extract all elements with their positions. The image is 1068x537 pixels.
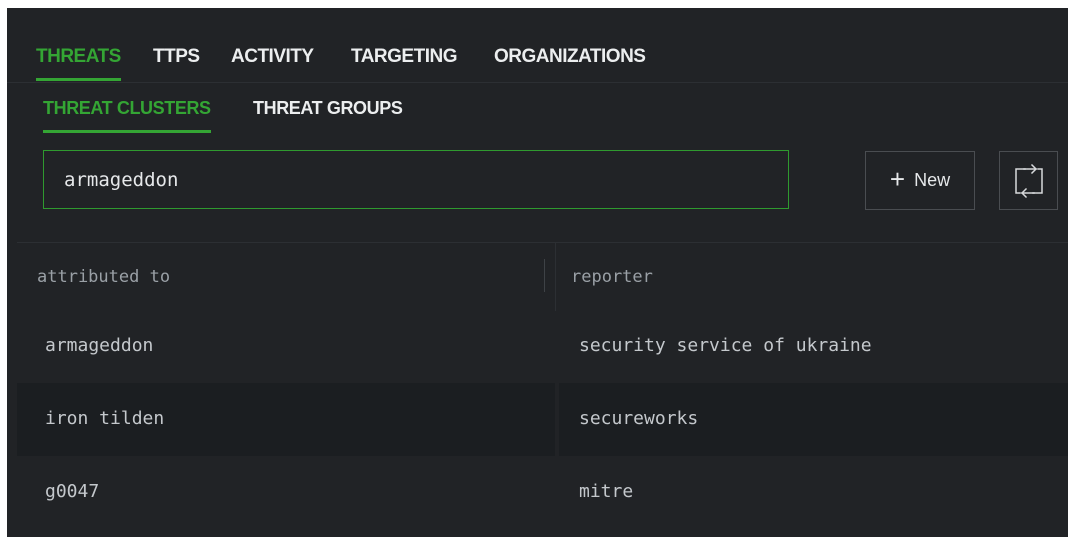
cell-reporter: mitre [579,481,634,502]
plus-icon: + [889,164,906,194]
main-tabs: THREATS TTPS ACTIVITY TARGETING ORGANIZA… [7,8,1068,83]
tab-ttps[interactable]: TTPS [153,46,200,68]
column-resize-handle[interactable] [544,259,545,292]
subtab-threat-groups[interactable]: THREAT GROUPS [253,98,403,119]
swap-icon [1014,163,1043,198]
threat-clusters-table: attributed to reporter armageddon securi… [17,242,1068,537]
column-header-reporter[interactable]: reporter [571,267,653,287]
cell-attributed-to: g0047 [45,481,100,502]
column-divider [555,383,559,456]
table-row[interactable]: g0047 mitre [17,456,1068,529]
table-row[interactable]: armageddon security service of ukraine [17,310,1068,383]
new-button[interactable]: + New [865,151,975,210]
new-button-label: New [914,170,951,190]
app-window: THREATS TTPS ACTIVITY TARGETING ORGANIZA… [7,8,1068,537]
tab-threats[interactable]: THREATS [36,46,121,81]
cell-reporter: security service of ukraine [579,335,872,356]
cell-attributed-to: armageddon [45,335,154,356]
cell-attributed-to: iron tilden [45,408,165,429]
search-input[interactable] [43,150,789,209]
swap-button[interactable] [999,151,1058,210]
tab-activity[interactable]: ACTIVITY [231,46,314,68]
tab-organizations[interactable]: ORGANIZATIONS [494,46,646,68]
tab-targeting[interactable]: TARGETING [351,46,457,68]
column-divider [555,243,556,311]
table-header: attributed to reporter [17,242,1068,311]
column-header-attributed-to[interactable]: attributed to [37,267,170,287]
subtab-threat-clusters[interactable]: THREAT CLUSTERS [43,98,211,133]
cell-reporter: secureworks [579,408,699,429]
table-row[interactable]: iron tilden secureworks [17,383,1068,456]
